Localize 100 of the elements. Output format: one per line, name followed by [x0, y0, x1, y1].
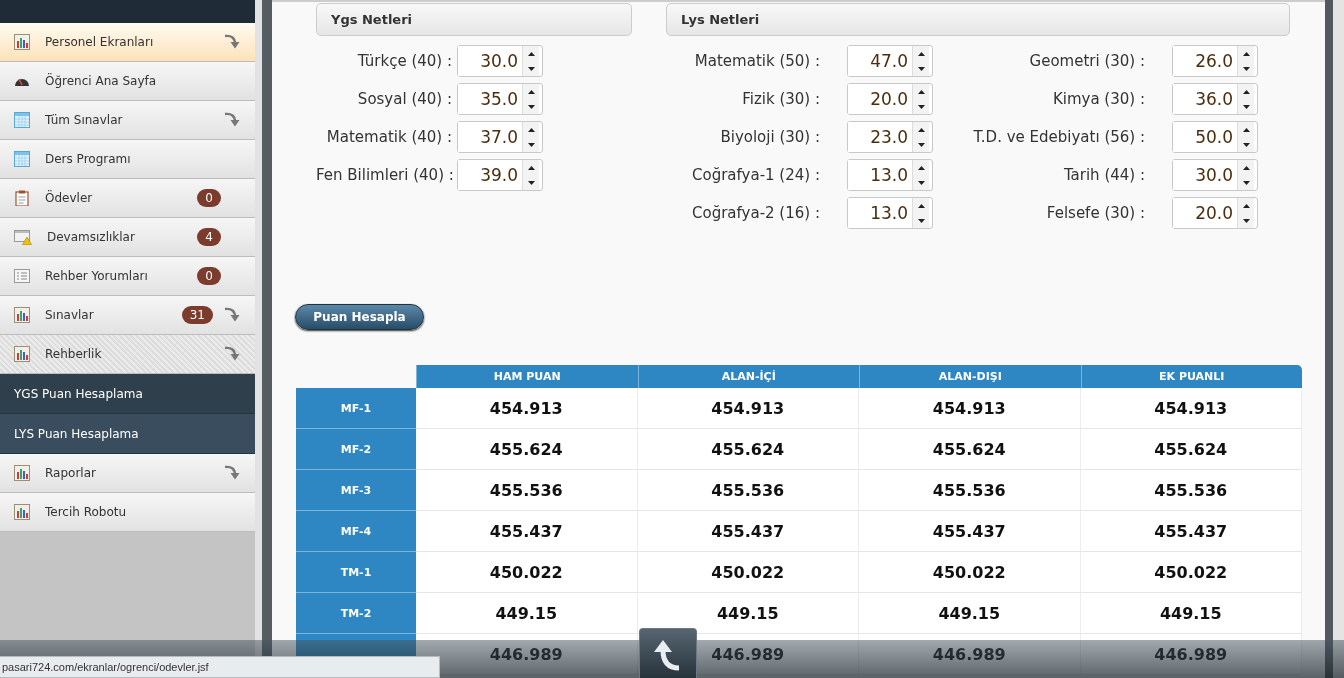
number-spinner[interactable]: 26.0: [1172, 45, 1258, 77]
sidebar-item[interactable]: Tercih Robotu: [0, 493, 255, 532]
sidebar-item[interactable]: Raporlar: [0, 454, 255, 493]
field-label: Felsefe (30) :: [1045, 204, 1145, 222]
sidebar-item[interactable]: Ödevler 0: [0, 179, 255, 218]
increment-button[interactable]: [523, 84, 539, 99]
increment-button[interactable]: [1238, 160, 1254, 175]
sidebar-item[interactable]: Sınavlar 31: [0, 296, 255, 335]
scrollbar[interactable]: [1325, 0, 1344, 678]
sidebar-item-label: Rehber Yorumları: [45, 269, 149, 283]
table-cell: 450.022: [859, 552, 1081, 593]
decrement-button[interactable]: [913, 213, 929, 228]
sidebar-item-label: Devamsızlıklar: [47, 230, 136, 244]
decrement-button[interactable]: [913, 175, 929, 190]
column-header: HAM PUAN: [416, 365, 638, 388]
decrement-button[interactable]: [1238, 137, 1254, 152]
table-cell: 454.913: [859, 388, 1081, 429]
down-triangle-icon: [917, 66, 925, 71]
table-cell: 454.913: [637, 388, 859, 429]
column-header: ALAN-İÇİ: [637, 365, 859, 388]
table-cell: 455.624: [637, 429, 859, 470]
number-spinner[interactable]: 20.0: [847, 83, 933, 115]
increment-button[interactable]: [913, 198, 929, 213]
field-label: Sosyal (40) :: [356, 90, 452, 108]
calculate-button[interactable]: Puan Hesapla: [295, 304, 424, 330]
decrement-button[interactable]: [523, 61, 539, 76]
increment-button[interactable]: [913, 46, 929, 61]
field-label: Kimya (30) :: [1051, 90, 1145, 108]
up-triangle-icon: [917, 51, 925, 56]
increment-button[interactable]: [913, 160, 929, 175]
table-cell: 455.437: [416, 511, 638, 552]
increment-button[interactable]: [1238, 84, 1254, 99]
table-cell: 455.536: [637, 470, 859, 511]
up-triangle-icon: [1242, 89, 1250, 94]
decrement-button[interactable]: [1238, 61, 1254, 76]
decrement-button[interactable]: [913, 99, 929, 114]
number-spinner[interactable]: 37.0: [457, 121, 543, 153]
sidebar-item-label: Sınavlar: [45, 308, 95, 322]
down-triangle-icon: [1242, 104, 1250, 109]
decrement-button[interactable]: [523, 137, 539, 152]
scroll-to-top-button[interactable]: [639, 628, 697, 678]
sidebar-item[interactable]: Öğrenci Ana Sayfa: [0, 62, 255, 101]
down-triangle-icon: [527, 180, 535, 185]
up-triangle-icon: [527, 127, 535, 132]
increment-button[interactable]: [1238, 46, 1254, 61]
submenu-item[interactable]: LYS Puan Hesaplama: [0, 414, 255, 454]
number-spinner[interactable]: 50.0: [1172, 121, 1258, 153]
sidebar-item-label: Öğrenci Ana Sayfa: [45, 74, 158, 88]
decrement-button[interactable]: [1238, 99, 1254, 114]
table-cell: 449.15: [1080, 593, 1302, 634]
field-label: Geometri (30) :: [1028, 52, 1145, 70]
submenu-item[interactable]: YGS Puan Hesaplama: [0, 374, 255, 414]
decrement-button[interactable]: [913, 137, 929, 152]
sidebar-item-label: Tercih Robotu: [45, 505, 128, 519]
sidebar-item[interactable]: Rehber Yorumları 0: [0, 257, 255, 296]
number-spinner[interactable]: 23.0: [847, 121, 933, 153]
table-cell: 450.022: [1080, 552, 1302, 593]
bar-chart-icon: [14, 34, 30, 50]
sidebar-item[interactable]: Tüm Sınavlar: [0, 101, 255, 140]
increment-button[interactable]: [1238, 198, 1254, 213]
decrement-button[interactable]: [913, 61, 929, 76]
up-triangle-icon: [1242, 203, 1250, 208]
sidebar-item[interactable]: Ders Programı: [0, 140, 255, 179]
down-triangle-icon: [1242, 218, 1250, 223]
count-badge: 0: [197, 189, 221, 207]
increment-button[interactable]: [1238, 122, 1254, 137]
up-triangle-icon: [917, 127, 925, 132]
table-cell: 455.536: [1080, 470, 1302, 511]
field-label: Fen Bilimleri (40) :: [316, 166, 452, 184]
sidebar-item[interactable]: Personel Ekranları: [0, 23, 255, 62]
number-spinner[interactable]: 13.0: [847, 197, 933, 229]
up-triangle-icon: [917, 203, 925, 208]
number-spinner[interactable]: 20.0: [1172, 197, 1258, 229]
row-header: TM-2: [296, 593, 416, 634]
number-spinner[interactable]: 30.0: [1172, 159, 1258, 191]
increment-button[interactable]: [913, 84, 929, 99]
number-spinner[interactable]: 30.0: [457, 45, 543, 77]
number-spinner[interactable]: 39.0: [457, 159, 543, 191]
row-header: MF-1: [296, 388, 416, 429]
decrement-button[interactable]: [1238, 175, 1254, 190]
clipboard-icon: [14, 190, 30, 206]
increment-button[interactable]: [523, 46, 539, 61]
increment-button[interactable]: [913, 122, 929, 137]
bar-chart-icon: [14, 346, 30, 362]
decrement-button[interactable]: [1238, 213, 1254, 228]
table-cell: 446.989: [859, 634, 1081, 675]
down-triangle-icon: [917, 180, 925, 185]
sidebar-item[interactable]: Devamsızlıklar 4: [0, 218, 255, 257]
decrement-button[interactable]: [523, 99, 539, 114]
increment-button[interactable]: [523, 122, 539, 137]
sidebar-item[interactable]: Rehberlik: [0, 335, 255, 374]
number-spinner[interactable]: 35.0: [457, 83, 543, 115]
number-spinner[interactable]: 36.0: [1172, 83, 1258, 115]
number-spinner[interactable]: 47.0: [847, 45, 933, 77]
field-label: T.D. ve Edebiyatı (56) :: [972, 128, 1145, 146]
number-spinner[interactable]: 13.0: [847, 159, 933, 191]
section-header: Ygs Netleri: [316, 3, 632, 36]
decrement-button[interactable]: [523, 175, 539, 190]
bar-chart-icon: [14, 307, 30, 323]
increment-button[interactable]: [523, 160, 539, 175]
